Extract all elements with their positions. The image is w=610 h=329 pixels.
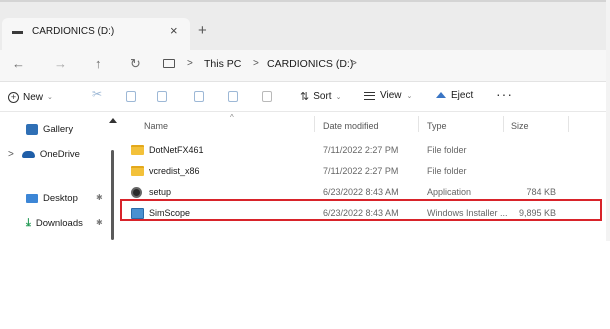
file-name: SimScope [149,208,191,218]
sidebar-item-label: Desktop [43,192,78,204]
file-name: vcredist_x86 [149,166,200,176]
trash-icon[interactable] [262,91,272,102]
share-icon[interactable] [228,91,238,102]
chevron-right-icon[interactable]: > [8,149,14,160]
sort-label: Sort [313,91,332,102]
sidebar-item-label: OneDrive [39,148,80,160]
copy-icon[interactable] [126,91,136,102]
file-date: 7/11/2022 2:27 PM [323,166,399,176]
file-explorer-window: CARDIONICS (D:) × + ← → ↑ ↻ > This PC > … [0,0,610,329]
breadcrumb-chevron-icon[interactable]: > [253,58,259,69]
file-type: Windows Installer ... [427,208,508,218]
table-row[interactable]: vcredist_x86 7/11/2022 2:27 PM File fold… [118,161,610,181]
pin-icon[interactable]: ✱ [96,218,103,227]
file-name: DotNetFX461 [149,145,204,155]
view-label: View [380,90,402,101]
column-divider[interactable] [418,116,419,132]
command-bar: + New ⌄ ✂ ⇅ Sort ⌄ View ⌄ Eject ··· [0,82,610,112]
sidebar-item-downloads[interactable]: ⤓ Downloads [26,214,83,232]
column-header-row: ^ Name Date modified Type Size [118,113,610,135]
refresh-button[interactable]: ↻ [130,56,141,72]
chevron-down-icon: ⌄ [47,94,53,101]
window-edge [606,0,610,241]
eject-icon [436,91,446,98]
installer-icon [131,208,144,219]
monitor-icon[interactable] [163,59,175,68]
more-options-button[interactable]: ··· [496,86,513,102]
address-bar: ← → ↑ ↻ > This PC > CARDIONICS (D:) > [0,50,610,82]
view-button[interactable]: View ⌄ [364,90,412,101]
desktop-icon [26,193,38,203]
back-button[interactable]: ← [12,56,25,71]
tab-close-button[interactable]: × [170,23,178,38]
breadcrumb-chevron-icon[interactable]: > [351,58,357,69]
new-tab-button[interactable]: + [198,22,207,39]
file-date: 6/23/2022 8:43 AM [323,187,399,197]
column-header-name[interactable]: Name [144,121,168,131]
file-date: 7/11/2022 2:27 PM [323,145,399,155]
new-button[interactable]: + New ⌄ [8,90,53,104]
scroll-up-arrow-icon[interactable] [109,118,117,123]
sidebar-item-label: Downloads [35,217,83,229]
file-type: File folder [427,145,467,155]
column-header-size[interactable]: Size [511,121,529,131]
file-date: 6/23/2022 8:43 AM [323,208,399,218]
column-divider[interactable] [568,116,569,132]
sidebar-item-desktop[interactable]: Desktop [26,189,78,207]
blank-area [0,241,610,329]
column-header-date[interactable]: Date modified [323,121,379,131]
downloads-icon: ⤓ [26,216,31,229]
sidebar-item-gallery[interactable]: Gallery [26,120,73,138]
column-header-type[interactable]: Type [427,121,447,131]
forward-button[interactable]: → [54,56,67,71]
navigation-pane: Gallery > OneDrive Desktop ✱ ⤓ Downloads… [0,113,118,241]
sidebar-item-onedrive[interactable]: > OneDrive [8,145,80,163]
eject-button[interactable]: Eject [436,90,473,101]
table-row[interactable]: DotNetFX461 7/11/2022 2:27 PM File folde… [118,140,610,160]
chevron-down-icon: ⌄ [406,92,413,100]
eject-label: Eject [451,90,474,101]
folder-icon [131,166,144,176]
breadcrumb-chevron-icon[interactable]: > [187,58,193,69]
gallery-icon [26,123,38,135]
chevron-down-icon: ⌄ [335,93,342,101]
sort-button[interactable]: ⇅ Sort ⌄ [300,90,341,103]
file-size: 9,895 KB [518,208,556,218]
column-divider[interactable] [503,116,504,132]
list-view-icon [364,91,375,100]
onedrive-icon [21,150,35,158]
file-type: File folder [427,166,467,176]
folder-icon [131,145,144,155]
sort-arrows-icon: ⇅ [300,91,310,103]
scroll-thumb[interactable] [111,150,114,240]
table-row[interactable]: setup 6/23/2022 8:43 AM Application 784 … [118,182,610,202]
scissors-icon[interactable]: ✂ [92,87,102,101]
paste-icon[interactable] [157,91,167,102]
breadcrumb-cardionics[interactable]: CARDIONICS (D:) [267,58,353,70]
file-name: setup [149,187,172,197]
rename-icon[interactable] [194,91,204,102]
sidebar-item-label: Gallery [43,123,74,135]
file-size: 784 KB [526,187,556,197]
tab-cardionics[interactable]: CARDIONICS (D:) × [2,18,190,52]
pin-icon[interactable]: ✱ [96,193,103,202]
up-button[interactable]: ↑ [95,56,102,71]
title-bar: CARDIONICS (D:) × + [0,0,610,52]
plus-circle-icon: + [8,91,19,103]
sort-caret-icon: ^ [230,113,234,122]
new-label: New [23,91,44,103]
file-type: Application [427,187,472,197]
breadcrumb-this-pc[interactable]: This PC [204,58,241,70]
tab-title: CARDIONICS (D:) [32,26,115,37]
file-list: ^ Name Date modified Type Size DotNetFX4… [118,113,610,241]
column-divider[interactable] [314,116,315,132]
drive-icon [12,31,23,34]
application-icon [131,187,142,198]
table-row[interactable]: SimScope 6/23/2022 8:43 AM Windows Insta… [118,203,610,223]
sidebar-scrollbar[interactable] [108,113,118,241]
